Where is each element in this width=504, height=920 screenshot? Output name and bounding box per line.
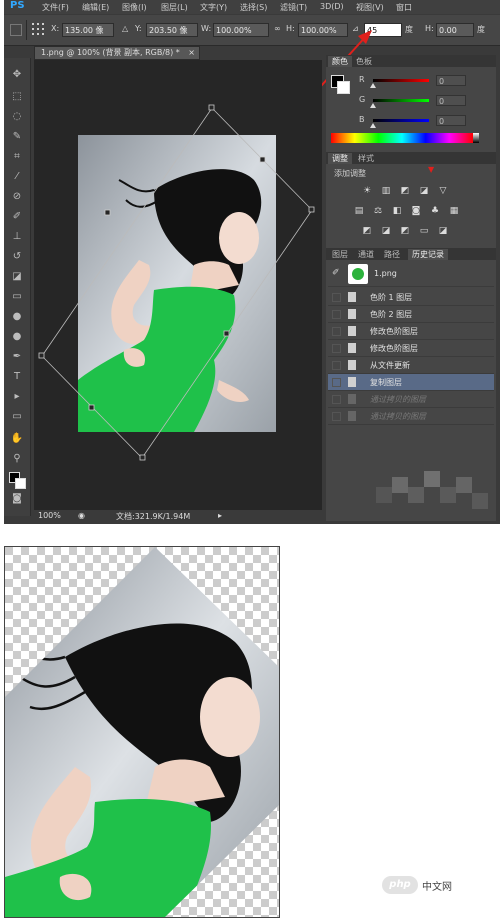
- history-brush-source-icon[interactable]: ✐: [332, 268, 340, 278]
- document-title: 1.png @ 100% (背景 副本, RGB/8) *: [41, 48, 180, 57]
- color-panel-tabs: 颜色 色板: [326, 55, 496, 67]
- b-label: B: [359, 115, 365, 124]
- close-icon[interactable]: ×: [188, 47, 195, 59]
- history-item-dim[interactable]: 通过拷贝的图层: [328, 391, 494, 408]
- snapshot-thumbnail: [348, 264, 368, 284]
- history-snapshot[interactable]: ✐ 1.png: [328, 262, 494, 287]
- quick-select-icon[interactable]: ✎: [10, 130, 24, 144]
- history-item-dim[interactable]: 通过拷贝的图层: [328, 408, 494, 425]
- hand-icon[interactable]: ✋: [10, 432, 24, 446]
- history-item[interactable]: 色阶 2 图层: [328, 306, 494, 323]
- vibrance-icon[interactable]: ▽: [438, 186, 448, 196]
- b-slider[interactable]: [373, 119, 429, 122]
- r-slider-knob[interactable]: [370, 83, 376, 88]
- r-label: R: [359, 75, 365, 84]
- result-image: [4, 546, 280, 918]
- balance-icon[interactable]: ⚖: [373, 206, 383, 216]
- history-panel-tabs: 图层 通道 路径 历史记录: [326, 248, 496, 260]
- history-brush-icon[interactable]: ↺: [10, 250, 24, 264]
- stamp-icon[interactable]: ⊥: [10, 230, 24, 244]
- marquee-icon[interactable]: ⬚: [10, 90, 24, 104]
- tab-styles[interactable]: 样式: [354, 153, 378, 164]
- posterize-icon[interactable]: ◪: [381, 226, 391, 236]
- shape-icon[interactable]: ▭: [10, 410, 24, 424]
- document-info: 文档:321.9K/1.94M: [116, 512, 191, 521]
- move-icon[interactable]: ✥: [10, 68, 24, 82]
- arrow-down-icon: ▼: [428, 165, 435, 174]
- gradient-icon[interactable]: ▭: [10, 290, 24, 304]
- threshold-icon[interactable]: ◩: [400, 226, 410, 236]
- exposure-icon[interactable]: ◪: [419, 186, 429, 196]
- mixer-icon[interactable]: ♣: [430, 206, 440, 216]
- path-select-icon[interactable]: ▸: [10, 390, 24, 404]
- grayscale-ramp[interactable]: [473, 133, 479, 143]
- b-slider-knob[interactable]: [370, 123, 376, 128]
- toolbox: ✥ ⬚ ◌ ✎ ⌗ ⁄ ⊘ ✐ ⊥ ↺ ◪ ▭ ● ● ✒ T ▸ ▭ ✋ ⚲ …: [4, 58, 31, 516]
- history-item[interactable]: 修改色阶图层: [328, 340, 494, 357]
- r-slider[interactable]: [373, 79, 429, 82]
- blur-icon[interactable]: ●: [10, 310, 24, 324]
- invert-icon[interactable]: ◩: [362, 226, 372, 236]
- color-spectrum[interactable]: [331, 133, 473, 143]
- g-value[interactable]: 0: [436, 95, 466, 106]
- pen-icon[interactable]: ✒: [10, 350, 24, 364]
- gradient-map-icon[interactable]: ▭: [419, 226, 429, 236]
- brightness-icon[interactable]: ☀: [362, 186, 372, 196]
- g-slider-knob[interactable]: [370, 103, 376, 108]
- tab-swatches[interactable]: 色板: [352, 56, 376, 67]
- b-value[interactable]: 0: [436, 115, 466, 126]
- bg-color-chip[interactable]: [337, 81, 350, 94]
- photo-filter-icon[interactable]: ◙: [411, 206, 421, 216]
- tab-history[interactable]: 历史记录: [408, 249, 448, 260]
- background-color-swatch[interactable]: [15, 478, 26, 489]
- quick-mask-icon[interactable]: ◙: [10, 492, 24, 506]
- tab-adjustments[interactable]: 调整: [328, 153, 352, 164]
- lasso-icon[interactable]: ◌: [10, 110, 24, 124]
- lookup-icon[interactable]: ▦: [449, 206, 459, 216]
- status-arrow-icon[interactable]: ▸: [218, 511, 222, 520]
- type-icon[interactable]: T: [10, 370, 24, 384]
- pixel-mosaic: [376, 467, 496, 517]
- history-item[interactable]: 修改色阶图层: [328, 323, 494, 340]
- history-item[interactable]: 色阶 1 图层: [328, 289, 494, 306]
- snapshot-label: 1.png: [374, 269, 397, 278]
- status-menu-icon[interactable]: ◉: [78, 511, 85, 520]
- tab-channels[interactable]: 通道: [354, 249, 378, 260]
- watermark-text: 中文网: [422, 882, 452, 893]
- hue-icon[interactable]: ▤: [354, 206, 364, 216]
- tab-layers[interactable]: 图层: [328, 249, 352, 260]
- result-artwork: [5, 547, 279, 917]
- adjust-subtitle: 添加调整: [334, 169, 366, 178]
- document-tab[interactable]: 1.png @ 100% (背景 副本, RGB/8) * ×: [34, 46, 200, 60]
- canvas-artwork: [38, 104, 315, 461]
- g-slider[interactable]: [373, 99, 429, 102]
- g-label: G: [359, 95, 366, 104]
- bw-icon[interactable]: ◧: [392, 206, 402, 216]
- zoom-level[interactable]: 100%: [38, 511, 61, 520]
- photoshop-window: PS 文件(F) 编辑(E) 图像(I) 图层(L) 文字(Y) 选择(S) 滤…: [4, 0, 500, 524]
- history-item-selected[interactable]: 复制图层: [328, 374, 494, 391]
- selective-color-icon[interactable]: ◪: [438, 226, 448, 236]
- dodge-icon[interactable]: ●: [10, 330, 24, 344]
- adjust-panel-tabs: 调整 样式: [326, 152, 496, 164]
- tab-paths[interactable]: 路径: [380, 249, 404, 260]
- eyedropper-icon[interactable]: ⁄: [10, 170, 24, 184]
- levels-icon[interactable]: ▥: [381, 186, 391, 196]
- zoom-icon[interactable]: ⚲: [10, 452, 24, 466]
- history-item[interactable]: 从文件更新: [328, 357, 494, 374]
- curves-icon[interactable]: ◩: [400, 186, 410, 196]
- status-bar: 100% ◉ 文档:321.9K/1.94M ▸: [34, 510, 322, 522]
- php-logo: php: [382, 876, 418, 894]
- tab-color[interactable]: 颜色: [328, 56, 352, 67]
- healing-icon[interactable]: ⊘: [10, 190, 24, 204]
- eraser-icon[interactable]: ◪: [10, 270, 24, 284]
- right-panels: 颜色 色板 R 0 G 0 B 0 调整 样式 添加调整 ▼ ☀ ▥ ◩ ◪ ▽…: [326, 55, 496, 521]
- canvas-area[interactable]: [34, 60, 322, 510]
- r-value[interactable]: 0: [436, 75, 466, 86]
- brush-icon[interactable]: ✐: [10, 210, 24, 224]
- crop-icon[interactable]: ⌗: [10, 150, 24, 164]
